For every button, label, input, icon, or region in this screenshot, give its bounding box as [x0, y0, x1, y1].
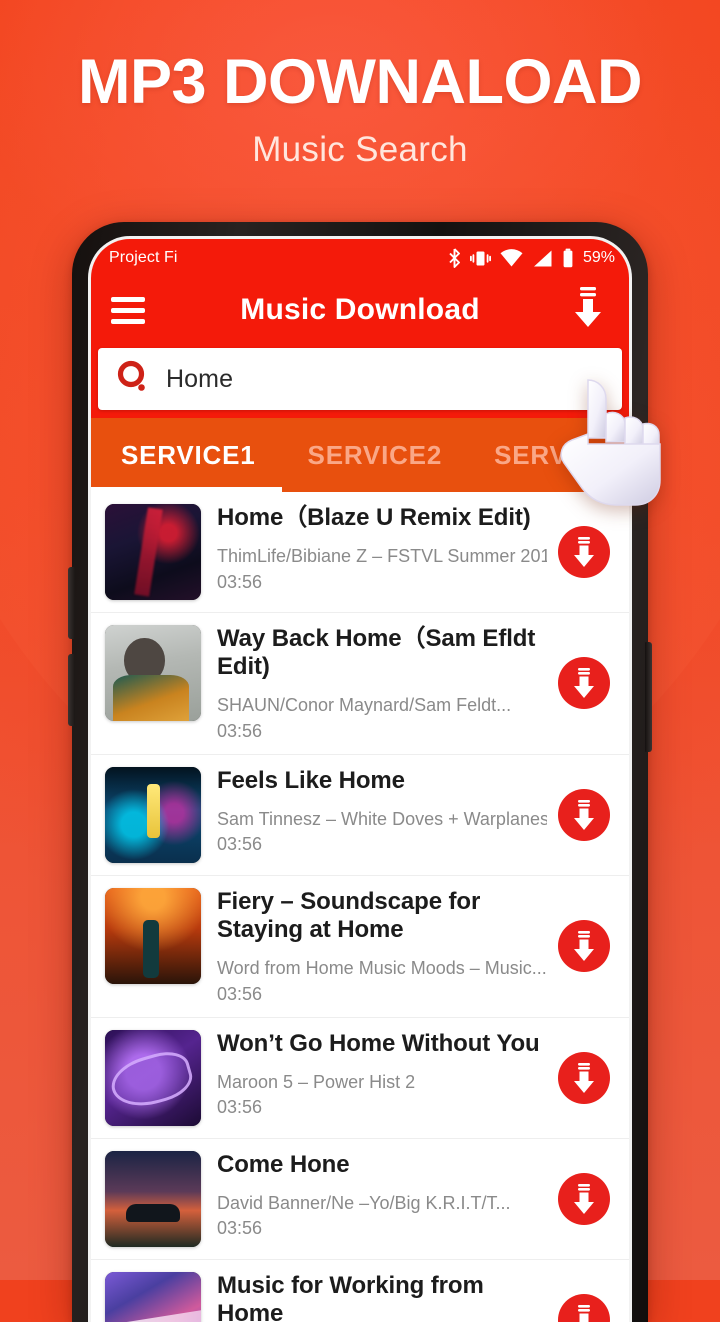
track-thumbnail: [105, 767, 201, 863]
search-bar[interactable]: Home: [98, 348, 622, 410]
track-duration: 03:56: [217, 984, 547, 1005]
track-title: Home（Blaze U Remix Edit): [217, 504, 547, 532]
track-row[interactable]: Way Back Home（Sam Efldt Edit) SHAUN/Cono…: [91, 613, 629, 755]
track-artist: Sam Tinnesz – White Doves + Warplanes...: [217, 809, 547, 831]
track-info: Fiery – Soundscape for Staying at Home W…: [201, 888, 557, 1005]
track-duration: 03:56: [217, 1218, 547, 1239]
track-row[interactable]: Won’t Go Home Without You Maroon 5 – Pow…: [91, 1018, 629, 1139]
tab-service3[interactable]: SERVICE3: [468, 418, 629, 492]
search-container: Home: [91, 343, 629, 418]
downloads-icon[interactable]: [567, 285, 609, 336]
track-artist: ThimLife/Bibiane Z – FSTVL Summer 2018: [217, 546, 547, 568]
track-row[interactable]: Fiery – Soundscape for Staying at Home W…: [91, 876, 629, 1018]
app-title: Music Download: [91, 293, 629, 327]
track-title: Won’t Go Home Without You: [217, 1030, 547, 1058]
wifi-icon: [500, 249, 523, 268]
track-thumbnail: [105, 888, 201, 984]
power-button[interactable]: [645, 642, 652, 752]
track-duration: 03:56: [217, 721, 547, 742]
search-input-value: Home: [166, 365, 233, 394]
bluetooth-icon: [448, 248, 461, 268]
track-duration: 03:56: [217, 1097, 547, 1118]
carrier-label: Project Fi: [109, 249, 178, 267]
track-thumbnail: [105, 1272, 201, 1322]
hero-section: MP3 DOWNALOAD Music Search: [0, 48, 720, 170]
download-circle-icon[interactable]: [557, 1172, 611, 1226]
track-artist: David Banner/Ne –Yo/Big K.R.I.T/T...: [217, 1193, 547, 1215]
track-info: Music for Working from Home: [201, 1272, 557, 1322]
vibrate-icon: [470, 249, 491, 268]
track-row[interactable]: Home（Blaze U Remix Edit) ThimLife/Bibian…: [91, 492, 629, 613]
track-row[interactable]: Feels Like Home Sam Tinnesz – White Dove…: [91, 755, 629, 876]
phone-bezel: Project Fi 59%: [88, 236, 632, 1322]
track-title: Feels Like Home: [217, 767, 547, 795]
track-thumbnail: [105, 625, 201, 721]
track-row[interactable]: Music for Working from Home: [91, 1260, 629, 1322]
track-info: Home（Blaze U Remix Edit) ThimLife/Bibian…: [201, 504, 557, 593]
track-thumbnail: [105, 504, 201, 600]
track-title: Come Hone: [217, 1151, 547, 1179]
track-duration: 03:56: [217, 834, 547, 855]
track-thumbnail: [105, 1151, 201, 1247]
track-title: Way Back Home（Sam Efldt Edit): [217, 625, 547, 681]
download-circle-icon[interactable]: [557, 656, 611, 710]
track-thumbnail: [105, 1030, 201, 1126]
battery-percent-label: 59%: [583, 249, 615, 267]
hamburger-menu-icon[interactable]: [111, 297, 145, 324]
download-circle-icon[interactable]: [557, 919, 611, 973]
track-info: Won’t Go Home Without You Maroon 5 – Pow…: [201, 1030, 557, 1119]
track-title: Music for Working from Home: [217, 1272, 547, 1322]
track-duration: 03:56: [217, 572, 547, 593]
track-list[interactable]: Home（Blaze U Remix Edit) ThimLife/Bibian…: [91, 492, 629, 1322]
page-subtitle: Music Search: [0, 130, 720, 170]
track-row[interactable]: Come Hone David Banner/Ne –Yo/Big K.R.I.…: [91, 1139, 629, 1260]
tab-service1[interactable]: SERVICE1: [91, 418, 282, 492]
volume-up-button[interactable]: [68, 567, 75, 639]
tab-service2[interactable]: SERVICE2: [282, 418, 469, 492]
search-icon: [116, 359, 150, 400]
track-artist: Word from Home Music Moods – Music...: [217, 958, 547, 980]
track-info: Way Back Home（Sam Efldt Edit) SHAUN/Cono…: [201, 625, 557, 742]
download-circle-icon[interactable]: [557, 525, 611, 579]
track-artist: Maroon 5 – Power Hist 2: [217, 1072, 547, 1094]
app-bar: Music Download: [91, 277, 629, 343]
cellular-signal-icon: [532, 249, 553, 268]
status-icons: 59%: [448, 248, 615, 268]
phone-mockup: Project Fi 59%: [72, 222, 648, 1322]
status-bar: Project Fi 59%: [91, 239, 629, 277]
download-circle-icon[interactable]: [557, 1293, 611, 1322]
track-info: Feels Like Home Sam Tinnesz – White Dove…: [201, 767, 557, 856]
phone-screen: Project Fi 59%: [91, 239, 629, 1322]
download-circle-icon[interactable]: [557, 1051, 611, 1105]
track-info: Come Hone David Banner/Ne –Yo/Big K.R.I.…: [201, 1151, 557, 1240]
service-tab-bar: SERVICE1 SERVICE2 SERVICE3: [91, 418, 629, 492]
track-artist: SHAUN/Conor Maynard/Sam Feldt...: [217, 695, 547, 717]
volume-down-button[interactable]: [68, 654, 75, 726]
track-title: Fiery – Soundscape for Staying at Home: [217, 888, 547, 944]
page-title: MP3 DOWNALOAD: [0, 48, 720, 116]
battery-icon: [562, 248, 574, 268]
download-circle-icon[interactable]: [557, 788, 611, 842]
